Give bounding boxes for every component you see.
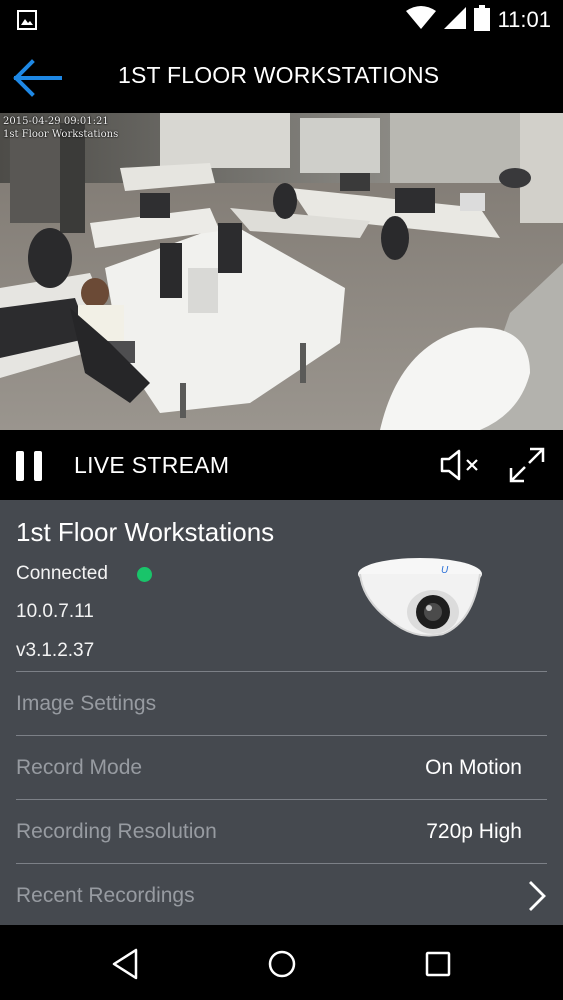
clock: 11:01 <box>497 7 551 32</box>
recent-recordings-label: Recent Recordings <box>16 884 195 907</box>
camera-ip: 10.0.7.11 <box>16 601 94 622</box>
nav-recents-button[interactable] <box>421 947 455 981</box>
back-button[interactable] <box>12 58 68 98</box>
camera-device-icon: U <box>355 552 490 647</box>
page-title: 1ST FLOOR WORKSTATIONS <box>118 62 440 88</box>
video-controls: LIVE STREAM <box>0 430 563 500</box>
image-settings-row[interactable]: Image Settings <box>16 671 547 735</box>
svg-text:U: U <box>441 565 449 576</box>
record-mode-label: Record Mode <box>16 756 143 779</box>
recording-resolution-label: Recording Resolution <box>16 820 217 843</box>
fullscreen-button[interactable] <box>508 446 546 484</box>
video-feed[interactable]: 2015-04-29 09:01:21 1st Floor Workstatio… <box>0 113 563 430</box>
status-bar: 11:01 <box>0 0 563 40</box>
status-indicator-dot <box>137 567 152 582</box>
volume-muted-icon <box>440 449 482 486</box>
nav-back-button[interactable] <box>110 947 144 981</box>
office-scene-image <box>0 113 563 430</box>
image-notification-icon <box>17 10 37 35</box>
stream-mode-label: LIVE STREAM <box>74 452 230 478</box>
fullscreen-icon <box>508 447 546 488</box>
recording-resolution-row[interactable]: Recording Resolution 720p High <box>16 799 547 863</box>
recent-recordings-row[interactable]: Recent Recordings <box>16 863 547 927</box>
back-arrow-icon <box>12 59 64 102</box>
pause-icon-bar <box>34 451 42 481</box>
pause-icon <box>16 451 24 481</box>
video-overlay-camera-name: 1st Floor Workstations <box>3 129 119 140</box>
home-circle-icon <box>265 950 299 985</box>
system-nav-bar <box>0 925 563 1000</box>
nav-home-button[interactable] <box>265 947 299 981</box>
camera-name: 1st Floor Workstations <box>16 517 275 547</box>
video-overlay: 2015-04-29 09:01:21 1st Floor Workstatio… <box>3 115 118 141</box>
pause-button[interactable] <box>14 449 46 481</box>
mute-button[interactable] <box>440 448 482 482</box>
camera-firmware: v3.1.2.37 <box>16 640 95 661</box>
chevron-right-icon <box>527 880 547 912</box>
recents-square-icon <box>421 951 455 985</box>
recording-resolution-value: 720p High <box>426 820 522 843</box>
camera-details-panel: 1st Floor Workstations Connected 10.0.7.… <box>0 500 563 925</box>
battery-icon <box>473 4 490 36</box>
image-settings-label: Image Settings <box>16 692 157 715</box>
connection-status: Connected <box>16 563 108 584</box>
app-bar: 1ST FLOOR WORKSTATIONS <box>0 40 563 113</box>
back-triangle-icon <box>110 948 144 985</box>
video-timestamp: 2015-04-29 09:01:21 <box>3 116 109 127</box>
record-mode-value: On Motion <box>425 756 522 779</box>
cell-signal-icon <box>443 6 466 35</box>
wifi-icon <box>405 5 436 35</box>
record-mode-row[interactable]: Record Mode On Motion <box>16 735 547 799</box>
